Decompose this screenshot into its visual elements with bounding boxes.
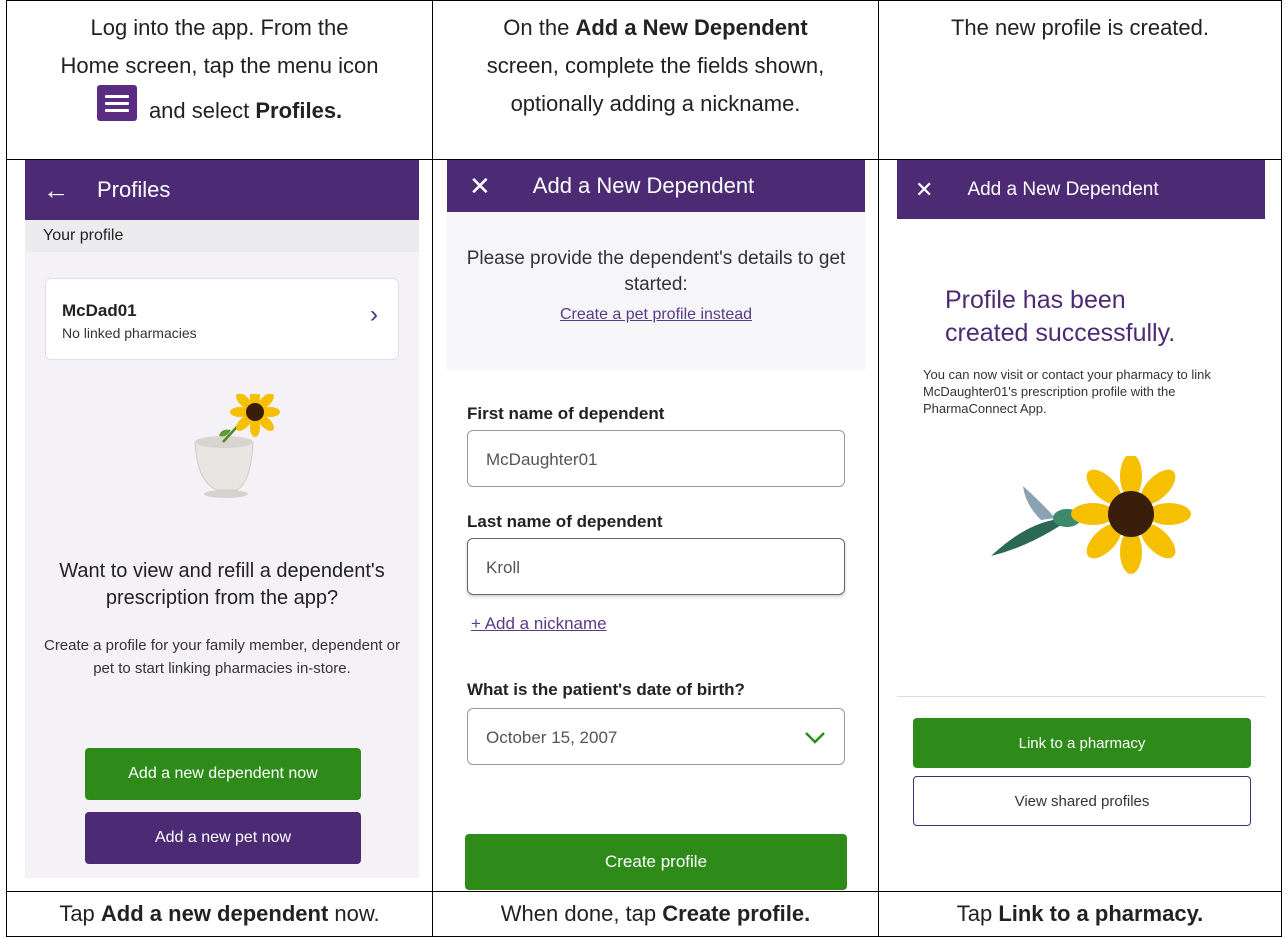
caption-cell-1: Tap Add a new dependent now.	[6, 891, 433, 937]
success-body: You can now visit or contact your pharma…	[923, 367, 1211, 416]
last-name-field[interactable]: Kroll	[467, 538, 845, 595]
back-arrow-icon[interactable]: ←	[43, 175, 69, 206]
close-icon[interactable]: ✕	[469, 171, 491, 202]
view-shared-profiles-button[interactable]: View shared profiles	[913, 776, 1251, 826]
close-icon[interactable]: ✕	[915, 177, 933, 203]
page-title: Add a New Dependent	[532, 173, 755, 198]
first-name-label: First name of dependent	[467, 404, 665, 423]
instruction-2-line2: screen, complete the fields shown,	[486, 53, 825, 78]
caption-2-bold: Create profile.	[662, 901, 811, 926]
caption-3-pre: Tap	[956, 901, 993, 926]
profile-card[interactable]: McDad01 No linked pharmacies ›	[45, 278, 399, 360]
instruction-2-bold: Add a New Dependent	[575, 15, 808, 40]
success-heading: Profile has been created successfully.	[945, 286, 1176, 347]
section-header: Your profile	[25, 220, 419, 252]
add-nickname-link[interactable]: + Add a nickname	[471, 614, 607, 634]
create-profile-button[interactable]: Create profile	[465, 834, 847, 890]
dob-select[interactable]: October 15, 2007	[467, 708, 845, 765]
success-header: ✕ Add a New Dependent	[897, 160, 1265, 219]
caption-cell-3: Tap Link to a pharmacy.	[878, 891, 1282, 937]
success-screen: ✕ Add a New Dependent Profile has been c…	[897, 160, 1265, 850]
menu-icon	[96, 85, 137, 121]
profiles-screen: ← Profiles Your profile McDad01 No linke…	[25, 160, 419, 878]
caption-2-pre: When done, tap	[500, 901, 657, 926]
profiles-header: ← Profiles	[25, 160, 419, 220]
page-title: Add a New Dependent	[967, 178, 1159, 200]
intro-panel: Please provide the dependent's details t…	[447, 212, 865, 370]
add-pet-button[interactable]: Add a new pet now	[85, 812, 361, 864]
caption-3-bold: Link to a pharmacy.	[998, 901, 1204, 926]
last-name-label: Last name of dependent	[467, 512, 663, 531]
instruction-3-text: The new profile is created.	[950, 15, 1210, 40]
pet-profile-link[interactable]: Create a pet profile instead	[560, 306, 752, 324]
instruction-1-bold: Profiles.	[255, 98, 343, 123]
chevron-down-icon	[805, 732, 825, 744]
intro-text: Please provide the dependent's details t…	[466, 248, 846, 295]
caption-1-pre: Tap	[59, 901, 95, 926]
dependent-description: Create a profile for your family member,…	[43, 637, 400, 677]
sunflower-mortar-icon	[194, 394, 280, 498]
instruction-2-line3: optionally adding a nickname.	[510, 91, 801, 116]
add-dependent-header: ✕ Add a New Dependent	[447, 160, 865, 212]
screen-cell-2: ✕ Add a New Dependent Please provide the…	[432, 159, 879, 892]
screen-cell-1: ← Profiles Your profile McDad01 No linke…	[6, 159, 433, 892]
instruction-1-line1: Log into the app. From the	[90, 15, 349, 40]
caption-cell-2: When done, tap Create profile.	[432, 891, 879, 937]
add-dependent-screen: ✕ Add a New Dependent Please provide the…	[447, 160, 865, 891]
screen-cell-3: ✕ Add a New Dependent Profile has been c…	[878, 159, 1282, 892]
dob-value: October 15, 2007	[486, 728, 618, 747]
hummingbird-sunflower-icon	[991, 456, 1191, 574]
first-name-field[interactable]: McDaughter01	[467, 430, 845, 487]
instruction-1-line3: and select	[148, 98, 250, 123]
page-title: Profiles	[97, 177, 171, 202]
caption-1-bold: Add a new dependent	[100, 901, 329, 926]
instruction-cell-1: Log into the app. From the Home screen, …	[6, 0, 433, 160]
profile-status: No linked pharmacies	[62, 325, 197, 341]
caption-1-post: now.	[334, 901, 380, 926]
instruction-2-pre: On the	[503, 15, 570, 40]
add-dependent-button[interactable]: Add a new dependent now	[85, 748, 361, 800]
instruction-table: Log into the app. From the Home screen, …	[6, 0, 1282, 937]
chevron-right-icon: ›	[370, 301, 378, 328]
dependent-question: Want to view and refill a dependent's pr…	[59, 560, 385, 609]
instruction-cell-3: The new profile is created.	[878, 0, 1282, 160]
dob-label: What is the patient's date of birth?	[467, 680, 745, 699]
instruction-1-line2: Home screen, tap the menu icon	[60, 53, 379, 78]
divider	[897, 696, 1265, 697]
profile-name: McDad01	[62, 301, 137, 320]
link-pharmacy-button[interactable]: Link to a pharmacy	[913, 718, 1251, 768]
instruction-cell-2: On the Add a New Dependent screen, compl…	[432, 0, 879, 160]
